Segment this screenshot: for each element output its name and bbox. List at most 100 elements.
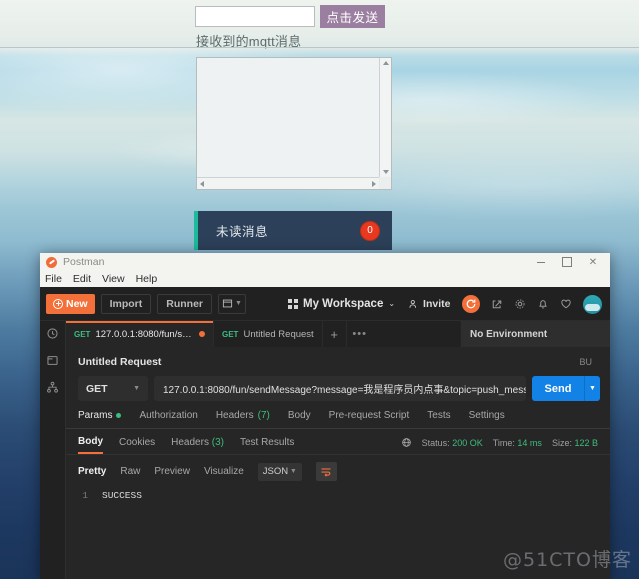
view-pretty[interactable]: Pretty bbox=[78, 466, 106, 477]
format-selector[interactable]: JSON ▼ bbox=[257, 462, 302, 481]
scroll-up-arrow-icon[interactable] bbox=[383, 61, 389, 65]
new-tab-button[interactable]: + bbox=[323, 321, 347, 347]
send-button-group[interactable]: Send ▼ bbox=[532, 376, 600, 401]
response-tab-test-results[interactable]: Test Results bbox=[240, 437, 294, 453]
received-messages-textarea[interactable] bbox=[196, 57, 392, 190]
tab-settings[interactable]: Settings bbox=[469, 410, 505, 421]
toolbar-right-icons[interactable] bbox=[462, 287, 602, 321]
postman-titlebar[interactable]: Postman ✕ bbox=[40, 253, 610, 271]
runner-button[interactable]: Runner bbox=[157, 293, 213, 314]
view-raw[interactable]: Raw bbox=[120, 466, 140, 477]
new-button-label: New bbox=[66, 297, 88, 310]
environment-selector[interactable]: No Environment bbox=[460, 321, 610, 347]
unread-count-badge: 0 bbox=[360, 220, 380, 241]
view-visualize[interactable]: Visualize bbox=[204, 466, 244, 477]
scroll-right-arrow-icon[interactable] bbox=[372, 181, 376, 187]
request-tab-active[interactable]: GET 127.0.0.1:8080/fun/sendMessa... bbox=[66, 321, 214, 347]
tab-pre-request-script[interactable]: Pre-request Script bbox=[329, 410, 410, 421]
unread-messages-label: 未读消息 bbox=[216, 225, 269, 239]
menu-bar[interactable]: File Edit View Help bbox=[40, 271, 610, 287]
tab-overflow-button[interactable]: ••• bbox=[347, 321, 373, 347]
postman-logo-icon bbox=[46, 256, 57, 268]
url-input[interactable]: 127.0.0.1:8080/fun/sendMessage?message=我… bbox=[154, 376, 526, 401]
settings-button[interactable] bbox=[514, 298, 526, 310]
textarea-content[interactable] bbox=[197, 58, 379, 177]
favorites-button[interactable] bbox=[560, 298, 572, 310]
globe-icon[interactable] bbox=[401, 437, 412, 448]
send-request-button[interactable]: Send bbox=[532, 376, 584, 401]
apis-icon[interactable] bbox=[46, 381, 59, 394]
window-title: Postman bbox=[63, 256, 105, 268]
response-body[interactable]: 1 SUCCESS bbox=[66, 488, 610, 579]
menu-edit[interactable]: Edit bbox=[73, 273, 91, 285]
history-icon[interactable] bbox=[46, 327, 59, 340]
send-button[interactable]: 点击发送 bbox=[320, 5, 385, 28]
postman-window[interactable]: Postman ✕ File Edit View Help New Import… bbox=[40, 253, 610, 579]
workspace-selector[interactable]: My Workspace ⌄ bbox=[288, 298, 395, 310]
response-meta: Status: 200 OK Time: 14 ms Size: 122 B bbox=[401, 437, 598, 453]
wrap-lines-button[interactable] bbox=[315, 462, 337, 481]
sync-button[interactable] bbox=[462, 295, 480, 313]
user-avatar[interactable] bbox=[583, 294, 602, 314]
request-name[interactable]: Untitled Request bbox=[78, 356, 161, 368]
window-controls[interactable]: ✕ bbox=[528, 253, 606, 271]
tab-headers[interactable]: Headers (7) bbox=[216, 410, 270, 421]
status-group: Status: 200 OK bbox=[422, 438, 483, 448]
menu-help[interactable]: Help bbox=[136, 273, 158, 285]
response-section-tabs[interactable]: Body Cookies Headers (3) Test Results St… bbox=[66, 429, 610, 454]
response-tab-body[interactable]: Body bbox=[78, 436, 103, 454]
message-input[interactable] bbox=[195, 6, 315, 27]
close-button[interactable]: ✕ bbox=[580, 253, 606, 271]
tab-method-label: GET bbox=[222, 329, 239, 339]
scroll-left-arrow-icon[interactable] bbox=[200, 181, 204, 187]
unread-messages-bar[interactable]: 未读消息 0 bbox=[194, 211, 392, 250]
menu-file[interactable]: File bbox=[45, 273, 62, 285]
status-label: Status: bbox=[421, 437, 450, 448]
invite-label: Invite bbox=[423, 297, 451, 310]
view-preview[interactable]: Preview bbox=[154, 466, 190, 477]
request-section-tabs[interactable]: Params Authorization Headers (7) Body Pr… bbox=[66, 401, 610, 429]
tab-label: Headers bbox=[215, 410, 254, 421]
tab-params[interactable]: Params bbox=[78, 410, 122, 421]
main-toolbar[interactable]: New Import Runner ▼ My Workspace ⌄ Invit… bbox=[40, 287, 610, 321]
method-selector[interactable]: GET ▼ bbox=[78, 376, 148, 401]
chevron-down-icon: ▼ bbox=[133, 385, 140, 392]
new-button[interactable]: New bbox=[46, 293, 95, 314]
send-options-button[interactable]: ▼ bbox=[584, 376, 600, 401]
sync-icon bbox=[466, 299, 476, 309]
response-tab-headers[interactable]: Headers (3) bbox=[171, 437, 224, 453]
size-label: Size: bbox=[551, 437, 572, 448]
status-value: 200 OK bbox=[452, 437, 483, 448]
size-value: 122 B bbox=[574, 437, 598, 448]
url-bar[interactable]: GET ▼ 127.0.0.1:8080/fun/sendMessage?mes… bbox=[66, 368, 610, 401]
new-window-icon bbox=[222, 299, 233, 308]
workspace-label: My Workspace bbox=[303, 297, 384, 310]
request-tab-bar[interactable]: GET 127.0.0.1:8080/fun/sendMessa... GET … bbox=[66, 321, 610, 347]
chevron-down-icon: ▼ bbox=[289, 468, 297, 475]
request-tab-untitled[interactable]: GET Untitled Request bbox=[214, 321, 323, 347]
maximize-button[interactable] bbox=[554, 253, 580, 271]
share-icon bbox=[492, 300, 502, 309]
import-button[interactable]: Import bbox=[100, 293, 152, 314]
share-button[interactable] bbox=[491, 298, 503, 310]
time-value: 14 ms bbox=[517, 437, 542, 448]
request-header: Untitled Request BU bbox=[66, 347, 610, 368]
invite-button[interactable]: Invite bbox=[409, 298, 450, 310]
scroll-down-arrow-icon[interactable] bbox=[383, 170, 389, 174]
tab-body[interactable]: Body bbox=[288, 410, 311, 421]
tab-authorization[interactable]: Authorization bbox=[139, 410, 197, 421]
postman-body: GET 127.0.0.1:8080/fun/sendMessa... GET … bbox=[40, 321, 610, 579]
textarea-horizontal-scrollbar[interactable] bbox=[197, 177, 379, 189]
minimize-button[interactable] bbox=[528, 253, 554, 271]
collections-icon[interactable] bbox=[46, 354, 59, 367]
tab-tests[interactable]: Tests bbox=[427, 410, 450, 421]
response-tab-cookies[interactable]: Cookies bbox=[119, 437, 155, 453]
left-sidebar[interactable] bbox=[40, 321, 66, 579]
open-new-window-button[interactable]: ▼ bbox=[218, 293, 247, 314]
scrollbar-corner bbox=[379, 177, 391, 189]
response-view-toolbar[interactable]: Pretty Raw Preview Visualize JSON ▼ bbox=[66, 454, 610, 488]
textarea-vertical-scrollbar[interactable] bbox=[379, 58, 391, 177]
unsaved-indicator-dot bbox=[199, 331, 205, 337]
menu-view[interactable]: View bbox=[102, 273, 125, 285]
notifications-button[interactable] bbox=[537, 298, 549, 310]
